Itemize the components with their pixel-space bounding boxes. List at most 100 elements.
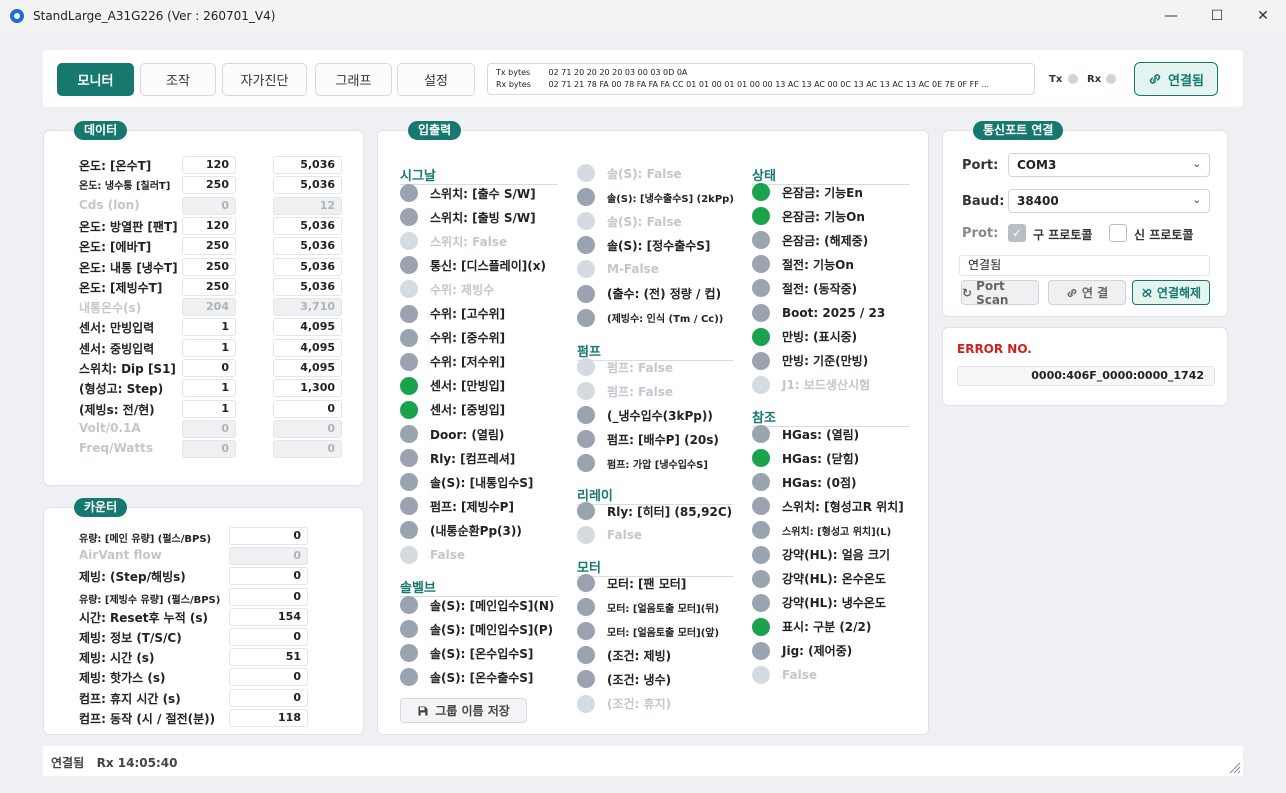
data-row-label: 온도: [제빙수T] [79, 280, 163, 295]
data-row-raw-value: 5,036 [273, 176, 342, 195]
io-indicator: Rly: [컴프레셔] [400, 447, 515, 469]
status-led-icon [577, 526, 595, 545]
data-row-label: 내통온수(s) [79, 301, 142, 316]
counter-row: 유량: [메인 유량] (펄스/BPS) 0 [79, 526, 309, 546]
status-led-icon [577, 502, 595, 520]
counter-row-label: 컴프: 동작 (시 / 절전(분)) [79, 711, 216, 726]
status-led-icon [577, 454, 595, 473]
io-indicator-label: Boot: 2025 / 23 [782, 305, 886, 320]
tab-graph[interactable]: 그래프 [315, 63, 392, 96]
old-protocol-checkbox[interactable]: ✓ [1008, 224, 1026, 242]
status-led-icon [577, 406, 595, 425]
io-indicator-label: 강약(HL): 얼음 크기 [782, 548, 891, 562]
status-led-icon [752, 497, 770, 516]
io-indicator-label: HGas: (0점) [782, 475, 857, 490]
error-panel: ERROR NO. 0000:406F_0000:0000_1742 [942, 327, 1228, 406]
status-led-icon [577, 694, 595, 713]
io-indicator: Boot: 2025 / 23 [752, 302, 885, 324]
status-led-icon [577, 188, 595, 207]
io-indicator: False [400, 544, 465, 566]
io-indicator: 솔(S): [메인입수S](N) [400, 594, 554, 616]
io-indicator-label: 펌프: [제빙수P] [430, 499, 514, 514]
status-led-icon [400, 184, 418, 202]
counter-row-label: AirVant flow [79, 548, 162, 563]
status-led-icon [577, 382, 595, 401]
status-led-icon [752, 617, 770, 636]
status-led-icon [752, 303, 770, 322]
io-indicator-label: 만빙: 기준(만빙) [782, 354, 869, 369]
status-led-icon [752, 521, 770, 540]
io-indicator-label: 모터: [팬 모터] [607, 576, 687, 591]
status-led-icon [400, 400, 418, 419]
io-indicator-label: 모터: [얼음토출 모터](앞) [607, 627, 720, 639]
disconnect-button[interactable]: 연결해제 [1132, 280, 1210, 305]
status-led-icon [400, 644, 418, 663]
tab-monitor[interactable]: 모니터 [57, 63, 134, 96]
io-indicator: 솔(S): [정수출수S] [577, 234, 710, 256]
status-led-icon [752, 327, 770, 346]
io-indicator: 수위: [저수위] [400, 351, 505, 373]
io-indicator-label: 스위치: [형성고 위치](L) [782, 526, 892, 538]
tab-settings[interactable]: 설정 [397, 63, 475, 96]
port-scan-button[interactable]: ↻ Port Scan [961, 279, 1039, 307]
rx-value: 02 71 21 78 FA 00 78 FA FA FA CC 01 01 0… [548, 80, 990, 89]
comport-panel-title: 통신포트 연결 [973, 121, 1064, 140]
counter-row: 컴프: 휴지 시간 (s) 0 [79, 688, 309, 708]
io-indicator: 절전: 기능On [752, 253, 854, 275]
save-group-name-button[interactable]: 그룹 이름 저장 [400, 698, 527, 723]
connect-button[interactable]: 연 결 [1048, 280, 1126, 305]
minimize-button[interactable]: — [1148, 0, 1194, 32]
connected-button[interactable]: 연결됨 [1134, 62, 1218, 96]
status-led-icon [400, 473, 418, 492]
io-indicator-label: 통신: [디스플레이](x) [430, 258, 546, 273]
status-led-icon [400, 208, 418, 227]
data-row-raw-value: 5,036 [273, 277, 342, 296]
io-indicator-label: False [607, 528, 642, 543]
status-led-icon [577, 622, 595, 641]
io-indicator-label: M-False [607, 262, 659, 277]
io-indicator: 스위치: [형성고R 위치] [752, 495, 904, 517]
status-led-icon [752, 279, 770, 298]
io-indicator-label: (내통순환Pp(3)) [430, 523, 522, 538]
tx-led-icon [1068, 74, 1078, 84]
io-indicator: 온잠금: 기능En [752, 181, 863, 203]
io-indicator-label: 센서: [만빙입] [430, 379, 506, 394]
data-row-value: 120 [182, 216, 236, 235]
tab-self-diagnosis[interactable]: 자가진단 [222, 63, 307, 96]
data-row-raw-value: 4,095 [273, 338, 342, 357]
counter-row-label: 제빙: (Step/해빙s) [79, 570, 186, 585]
counter-row-value: 118 [229, 708, 308, 727]
counter-row-label: 제빙: 시간 (s) [79, 651, 155, 666]
data-row: 온도: 내통 [냉수T] 250 5,036 [79, 257, 344, 277]
status-led-icon [577, 670, 595, 689]
port-label: Port: [962, 158, 999, 173]
io-indicator: (_냉수입수(3kPp)) [577, 404, 713, 426]
io-indicator-label: 솔(S): False [607, 214, 682, 229]
chevron-down-icon: ⌄ [1192, 159, 1201, 170]
counter-row: 컴프: 동작 (시 / 절전(분)) 118 [79, 708, 309, 728]
port-select[interactable]: COM3 ⌄ [1008, 153, 1210, 177]
data-row-value: 0 [182, 440, 236, 459]
status-led-icon [400, 521, 418, 540]
maximize-button[interactable]: ☐ [1194, 0, 1240, 32]
data-row-label: 온도: 방열판 [팬T] [79, 219, 178, 234]
data-row-raw-value: 4,095 [273, 318, 342, 337]
close-button[interactable]: ✕ [1240, 0, 1286, 32]
io-indicator-label: 펌프: False [607, 384, 674, 399]
io-indicator-label: 절전: (동작중) [782, 281, 858, 296]
data-row-value: 250 [182, 277, 236, 296]
io-indicator: (조건: 휴지) [577, 693, 671, 715]
counter-row-value: 0 [229, 688, 308, 707]
resize-grip-icon[interactable] [1225, 758, 1241, 774]
data-row-raw-value: 5,036 [273, 257, 342, 276]
io-indicator-label: 펌프: [배수P] (20s) [607, 432, 719, 447]
counter-row-value: 154 [229, 607, 308, 626]
tab-control[interactable]: 조작 [140, 63, 216, 96]
baud-select[interactable]: 38400 ⌄ [1008, 189, 1210, 213]
status-led-icon [752, 449, 770, 468]
new-protocol-checkbox[interactable] [1109, 224, 1127, 242]
data-panel: 데이터 온도: [온수T] 120 5,036 온도: 냉수통 [칠러T] 250 5,0… [43, 121, 364, 486]
io-indicator-label: (조건: 냉수) [607, 672, 672, 687]
io-indicator-label: 온잠금: 기능On [782, 209, 865, 224]
save-icon [418, 706, 428, 715]
